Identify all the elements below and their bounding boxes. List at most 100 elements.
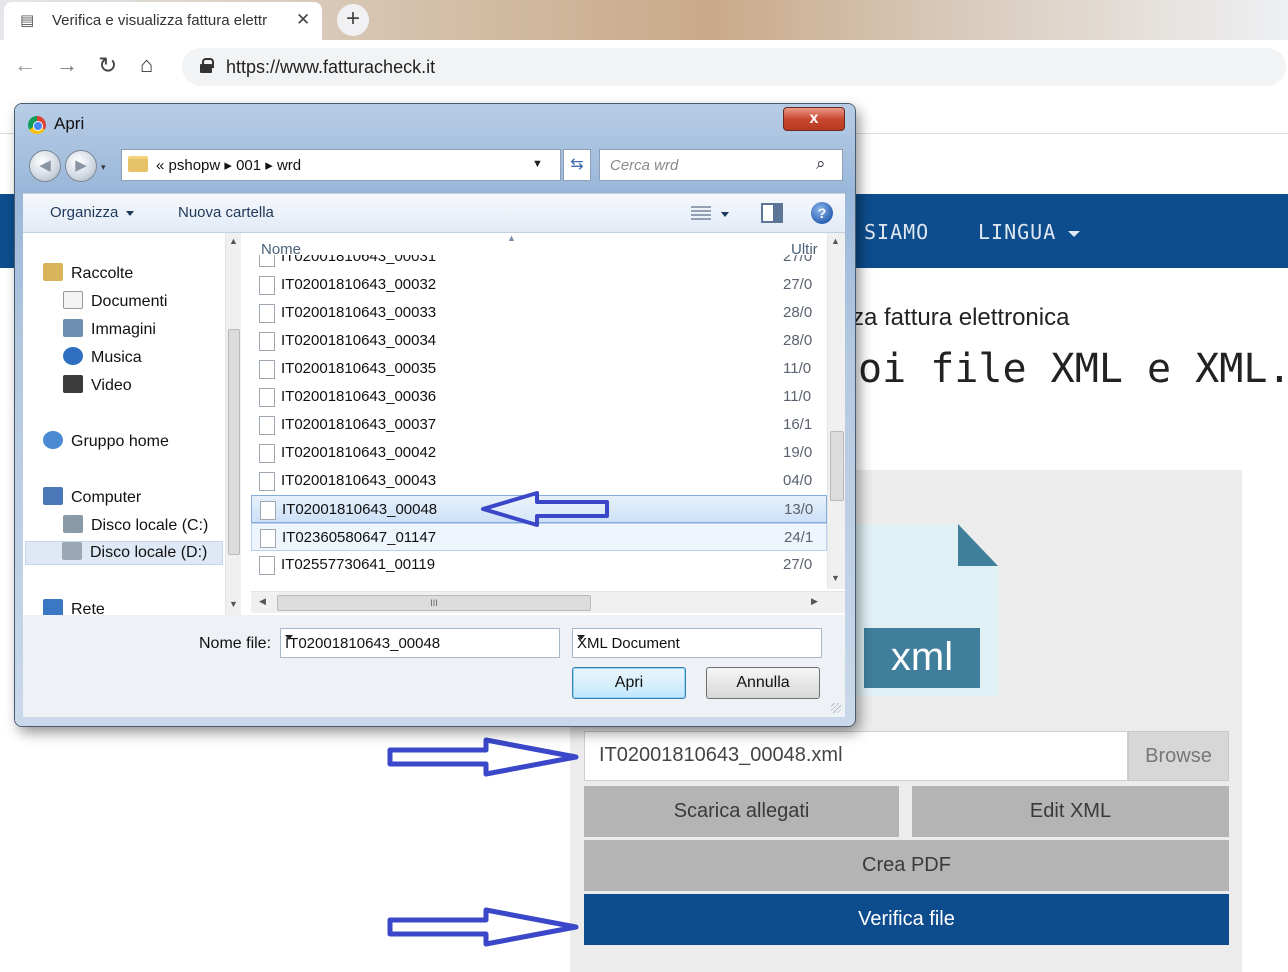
browse-button[interactable]: Browse — [1128, 731, 1229, 781]
file-icon — [259, 416, 275, 435]
nav-item-video[interactable]: Video — [63, 375, 132, 399]
dialog-address-row: ◀ ▶ ▾ « pshopw ▸ 001 ▸ wrd ▼ ⇆ Cerca wrd… — [27, 148, 843, 184]
nav-item-disco-d[interactable]: Disco locale (D:) — [25, 541, 223, 565]
file-icon — [260, 501, 276, 520]
path-dropdown-icon[interactable]: ▼ — [532, 158, 543, 170]
breadcrumb-path[interactable]: « pshopw ▸ 001 ▸ wrd ▼ — [121, 149, 561, 181]
file-row[interactable]: IT02001810643_00035 11/0 — [251, 355, 827, 383]
address-bar[interactable]: https://www.fatturacheck.it — [182, 48, 1286, 86]
file-row[interactable]: IT02001810643_00031 27/0 — [251, 255, 827, 271]
file-row[interactable]: IT02001810643_00036 11/0 — [251, 383, 827, 411]
scroll-down-icon[interactable]: ▼ — [229, 599, 238, 609]
dialog-nav-buttons: ◀ ▶ ▾ — [29, 150, 113, 182]
dialog-back-button[interactable]: ◀ — [29, 150, 61, 182]
open-button[interactable]: Apri — [572, 667, 686, 699]
crea-pdf-button[interactable]: Crea PDF — [584, 840, 1229, 891]
dialog-close-button[interactable]: x — [783, 107, 845, 131]
file-date: 27/0 — [783, 255, 813, 265]
file-row[interactable]: IT02001810643_00042 19/0 — [251, 439, 827, 467]
annotation-arrow-left-icon — [481, 491, 609, 527]
scrollbar-thumb[interactable] — [830, 431, 844, 501]
lock-icon — [200, 58, 214, 73]
organize-label: Organizza — [50, 204, 119, 221]
file-row[interactable]: IT02001810643_00037 16/1 — [251, 411, 827, 439]
filename-dropdown-icon[interactable] — [285, 635, 293, 640]
file-name: IT02001810643_00036 — [281, 388, 437, 405]
horizontal-scrollbar[interactable]: ◀ III ▶ — [251, 591, 845, 613]
homegroup-icon — [43, 431, 63, 449]
video-icon — [63, 375, 83, 393]
scroll-right-icon[interactable]: ▶ — [811, 596, 818, 607]
scarica-allegati-button[interactable]: Scarica allegati — [584, 786, 899, 837]
nav-item-musica[interactable]: Musica — [63, 347, 142, 371]
filetype-value: XML Document — [577, 635, 680, 652]
nav-item-label: Raccolte — [71, 265, 134, 282]
file-row[interactable]: IT02001810643_00032 27/0 — [251, 271, 827, 299]
views-dropdown-icon[interactable] — [721, 212, 729, 217]
file-icon — [259, 360, 275, 379]
nav-item-immagini[interactable]: Immagini — [63, 319, 156, 343]
filetype-dropdown-icon[interactable] — [577, 635, 585, 640]
dialog-forward-button[interactable]: ▶ — [65, 150, 97, 182]
new-tab-button[interactable]: + — [337, 4, 369, 36]
nav-item-lingua[interactable]: LINGUA — [978, 220, 1081, 244]
browser-tab[interactable]: ▤ Verifica e visualizza fattura elettr ✕ — [4, 2, 322, 40]
help-icon[interactable]: ? — [811, 202, 833, 224]
file-list-pane: Nome ▲ Ultir IT02001810643_00031 27/0 IT0… — [251, 233, 845, 615]
file-icon — [259, 472, 275, 491]
sort-arrow-icon: ▲ — [507, 233, 516, 243]
nav-item-computer[interactable]: Computer — [43, 487, 141, 511]
search-input[interactable]: Cerca wrd ⌕ — [599, 149, 843, 181]
file-date: 19/0 — [783, 444, 813, 461]
resize-grip-icon[interactable] — [831, 703, 841, 713]
reload-icon[interactable]: ↻ — [98, 52, 117, 78]
file-date: 24/1 — [784, 529, 814, 546]
edit-xml-button[interactable]: Edit XML — [912, 786, 1229, 837]
file-input[interactable]: IT02001810643_00048.xml — [584, 731, 1128, 781]
filetype-select[interactable]: XML Document — [572, 628, 822, 658]
pictures-icon — [63, 319, 83, 337]
file-icon — [259, 276, 275, 295]
search-icon[interactable]: ⌕ — [816, 154, 826, 174]
scroll-up-icon[interactable]: ▲ — [229, 236, 238, 246]
new-folder-button[interactable]: Nuova cartella — [178, 204, 274, 221]
file-date: 16/1 — [783, 416, 813, 433]
history-dropdown-icon[interactable]: ▾ — [101, 162, 106, 173]
file-icon — [260, 529, 276, 548]
tab-close-icon[interactable]: ✕ — [296, 10, 310, 30]
back-icon[interactable]: ← — [14, 52, 36, 78]
scroll-up-icon[interactable]: ▲ — [831, 236, 840, 246]
scrollbar-thumb[interactable]: III — [277, 595, 591, 611]
scrollbar-thumb[interactable] — [228, 329, 240, 555]
file-row[interactable]: IT02001810643_00034 28/0 — [251, 327, 827, 355]
nav-pane-scrollbar[interactable]: ▲ ▼ — [225, 233, 241, 615]
home-icon[interactable]: ⌂ — [140, 52, 153, 78]
file-date: 27/0 — [783, 276, 813, 293]
file-row[interactable]: IT02557730641_00119 27/0 — [251, 551, 827, 579]
page-subtitle: za fattura elettronica — [852, 304, 1070, 331]
browser-toolbar: ← → ↻ ⌂ https://www.fatturacheck.it — [0, 40, 1288, 94]
views-icon[interactable] — [691, 206, 711, 220]
filename-input[interactable]: IT02001810643_00048 — [280, 628, 560, 658]
nav-item-documenti[interactable]: Documenti — [63, 291, 167, 315]
drive-icon — [63, 515, 83, 533]
file-icon — [259, 556, 275, 575]
cancel-button[interactable]: Annulla — [706, 667, 820, 699]
nav-item-siamo[interactable]: SIAMO — [864, 220, 929, 244]
search-placeholder: Cerca wrd — [610, 157, 679, 174]
organize-menu[interactable]: Organizza — [50, 204, 135, 221]
nav-item-rete[interactable]: Rete — [43, 599, 105, 615]
file-icon — [259, 444, 275, 463]
forward-icon[interactable]: → — [56, 52, 78, 78]
nav-item-disco-c[interactable]: Disco locale (C:) — [63, 515, 208, 539]
nav-item-label: Computer — [71, 489, 142, 506]
scroll-down-icon[interactable]: ▼ — [831, 573, 840, 583]
file-list-scrollbar[interactable]: ▲ ▼ — [827, 233, 845, 589]
nav-item-gruppo-home[interactable]: Gruppo home — [43, 431, 169, 455]
file-row[interactable]: IT02001810643_00033 28/0 — [251, 299, 827, 327]
nav-item-raccolte[interactable]: Raccolte — [43, 263, 133, 287]
preview-pane-icon[interactable] — [761, 203, 783, 223]
refresh-icon[interactable]: ⇆ — [563, 149, 591, 181]
scroll-left-icon[interactable]: ◀ — [259, 596, 266, 607]
verifica-file-button[interactable]: Verifica file — [584, 894, 1229, 945]
